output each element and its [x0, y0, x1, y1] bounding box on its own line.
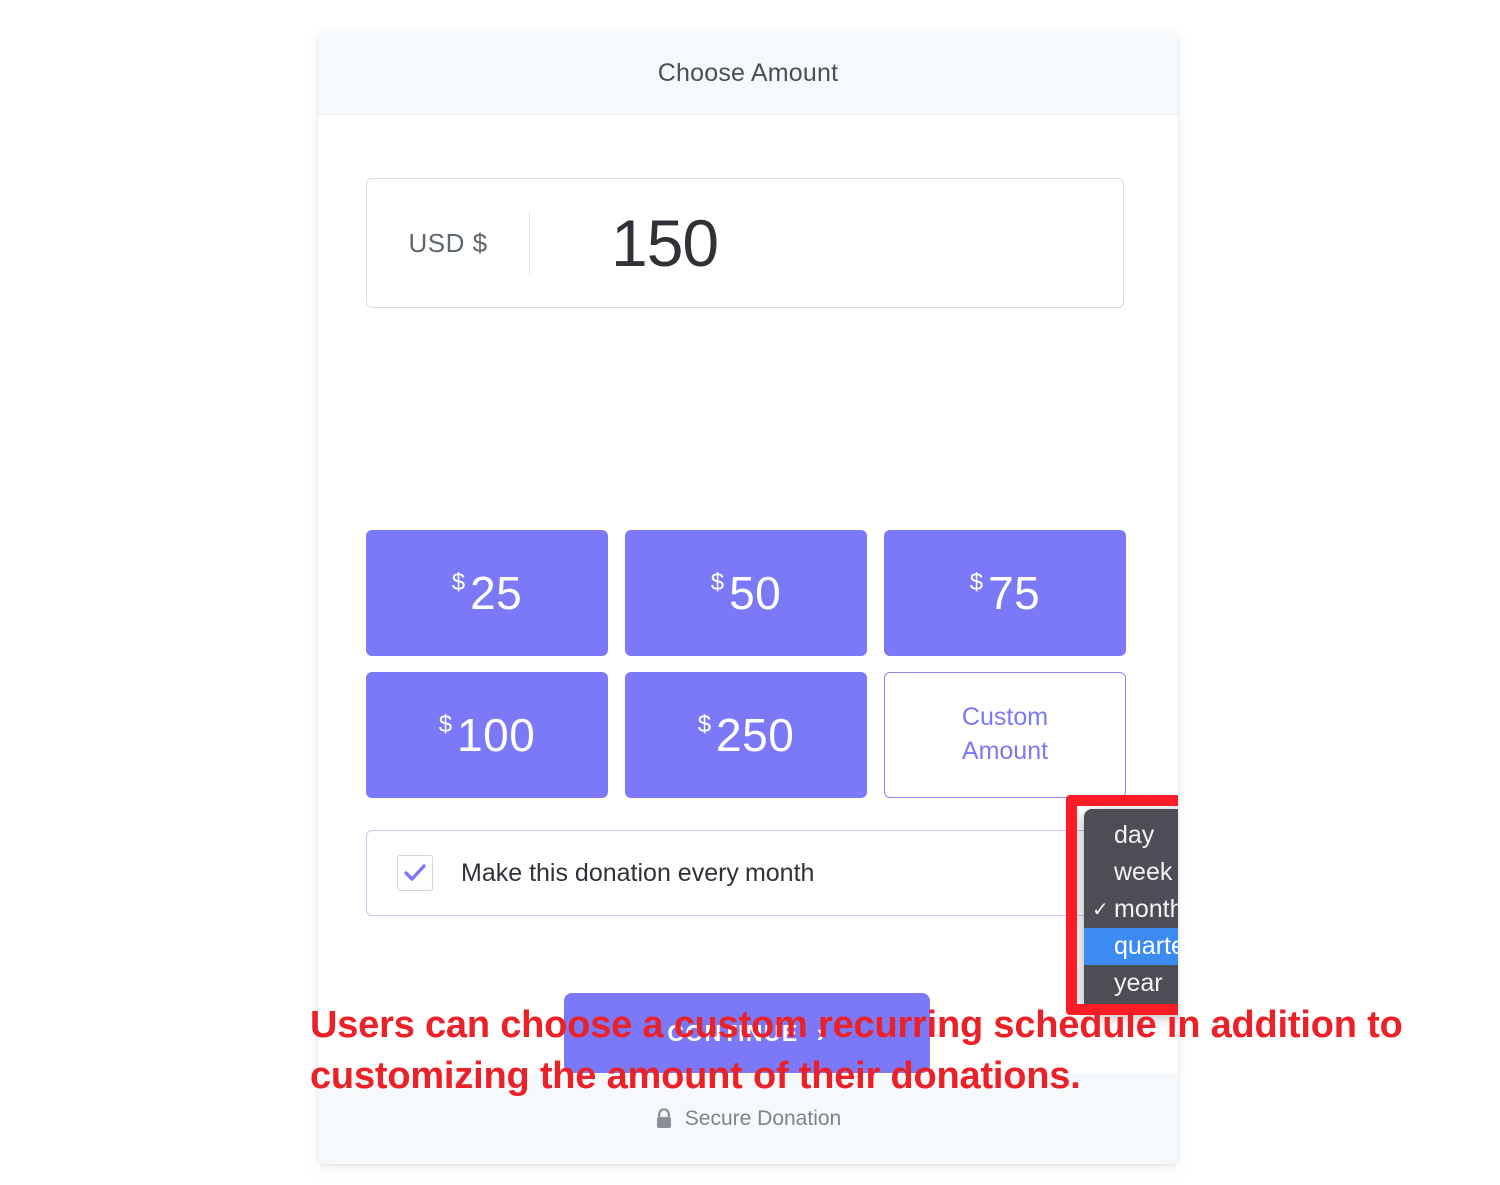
page-title: Choose Amount — [657, 58, 839, 87]
dropdown-option-label: year — [1114, 969, 1163, 997]
dropdown-option-label: quarter — [1114, 932, 1178, 960]
dropdown-option-month[interactable]: ✓ month — [1084, 891, 1178, 928]
checkmark-icon: ✓ — [1092, 899, 1109, 921]
dropdown-option-day[interactable]: day — [1084, 817, 1178, 854]
dropdown-option-week[interactable]: week — [1084, 854, 1178, 891]
preset-amount-label: 100 — [457, 709, 536, 761]
dollar-sign: $ — [451, 569, 466, 596]
recurring-donation-label: Make this donation every — [461, 858, 739, 887]
amount-input-field[interactable]: USD $ 150 — [366, 178, 1124, 308]
screenshot-root: Choose Amount USD $ 150 $ 25 $ 50 $ 75 $… — [0, 0, 1500, 1185]
recurring-donation-checkbox[interactable] — [397, 855, 433, 891]
checkmark-icon — [404, 864, 426, 881]
currency-label: USD $ — [408, 227, 488, 258]
dollar-sign: $ — [438, 711, 453, 738]
custom-amount-label-line2: Amount — [961, 737, 1049, 765]
preset-amount-button-100[interactable]: $ 100 — [366, 672, 608, 798]
custom-amount-button[interactable]: Custom Amount — [884, 672, 1126, 798]
preset-amount-label: 250 — [716, 709, 795, 761]
custom-amount-label-line1: Custom — [961, 703, 1049, 732]
dropdown-option-label: month — [1114, 895, 1178, 923]
preset-amount-grid: $ 25 $ 50 $ 75 $ 100 $ 250 Custom Amount — [366, 530, 1128, 798]
preset-amount-label: 75 — [988, 567, 1041, 619]
dropdown-option-quarter[interactable]: quarter — [1084, 928, 1178, 965]
preset-amount-label: 50 — [729, 567, 782, 619]
recurring-interval-select[interactable]: month — [745, 859, 814, 888]
preset-amount-button-25[interactable]: $ 25 — [366, 530, 608, 656]
dollar-sign: $ — [697, 711, 712, 738]
recurring-donation-row: Make this donation every month — [366, 830, 1124, 916]
dollar-sign: $ — [969, 569, 984, 596]
preset-amount-label: 25 — [470, 567, 523, 619]
dropdown-option-year[interactable]: year — [1084, 965, 1178, 1002]
annotation-caption: Users can choose a custom recurring sche… — [310, 1004, 1403, 1098]
donation-form-card: Choose Amount USD $ 150 $ 25 $ 50 $ 75 $… — [318, 32, 1178, 1164]
card-body: USD $ 150 $ 25 $ 50 $ 75 $ 100 $ 250 Cus… — [318, 115, 1178, 1075]
secure-donation-label: Secure Donation — [684, 1107, 842, 1130]
dollar-sign: $ — [710, 569, 725, 596]
card-header: Choose Amount — [318, 32, 1178, 115]
preset-amount-button-75[interactable]: $ 75 — [884, 530, 1126, 656]
preset-amount-button-50[interactable]: $ 50 — [625, 530, 867, 656]
lock-icon — [656, 1108, 671, 1128]
dropdown-option-label: day — [1114, 821, 1155, 849]
preset-amount-button-250[interactable]: $ 250 — [625, 672, 867, 798]
recurring-interval-dropdown[interactable]: day week ✓ month quarter year — [1084, 809, 1178, 1010]
amount-input[interactable]: 150 — [530, 210, 1123, 276]
dropdown-option-label: week — [1114, 858, 1173, 886]
